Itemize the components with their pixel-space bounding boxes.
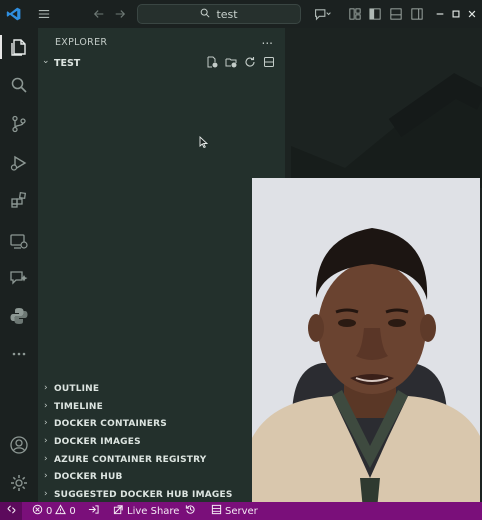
new-file-icon[interactable] <box>206 56 218 68</box>
copilot-chat-icon[interactable] <box>311 5 335 23</box>
search-icon[interactable] <box>7 73 31 97</box>
section-label: DOCKER CONTAINERS <box>54 419 167 429</box>
root-folder-name: TEST <box>54 58 81 69</box>
section-timeline[interactable]: › TIMELINE <box>38 400 285 416</box>
extensions-icon[interactable] <box>7 188 31 212</box>
chevron-right-icon: › <box>44 471 48 481</box>
section-outline[interactable]: › OUTLINE <box>38 382 285 398</box>
root-folder-actions <box>206 56 275 68</box>
vscode-watermark-icon <box>291 73 482 188</box>
search-text: test <box>216 7 238 21</box>
chat-icon[interactable] <box>7 266 31 290</box>
toggle-panel-icon[interactable] <box>387 5 405 23</box>
error-icon <box>32 504 43 518</box>
section-docker-containers[interactable]: › DOCKER CONTAINERS <box>38 417 285 433</box>
ports-button[interactable] <box>88 504 99 518</box>
warning-count: 0 <box>69 505 76 517</box>
webcam-overlay <box>252 178 480 520</box>
server-button[interactable]: Server <box>211 504 258 518</box>
chevron-right-icon: › <box>44 383 48 393</box>
section-azure-container-registry[interactable]: › AZURE CONTAINER REGISTRY <box>38 453 285 469</box>
collapse-all-icon[interactable] <box>263 56 275 68</box>
chevron-right-icon: › <box>44 489 48 499</box>
section-label: OUTLINE <box>54 384 100 394</box>
chevron-right-icon: › <box>44 436 48 446</box>
new-folder-icon[interactable] <box>225 56 237 68</box>
run-debug-icon[interactable] <box>7 151 31 175</box>
chevron-down-icon: ⌄ <box>42 56 50 66</box>
chevron-right-icon: › <box>44 401 48 411</box>
customize-layout-icon[interactable] <box>346 5 364 23</box>
chevron-right-icon: › <box>44 418 48 428</box>
explorer-icon[interactable] <box>0 35 31 59</box>
explorer-sidebar: EXPLORER ... ⌄ TEST › OUTLINE › TIMELINE… <box>38 28 285 502</box>
server-icon <box>211 504 222 518</box>
history-button[interactable] <box>185 504 196 518</box>
ports-icon <box>88 504 99 518</box>
remote-explorer-icon[interactable] <box>7 229 31 253</box>
menu-icon[interactable] <box>35 5 53 23</box>
section-label: DOCKER HUB <box>54 472 123 482</box>
mouse-cursor-icon <box>199 133 209 152</box>
refresh-icon[interactable] <box>244 56 256 68</box>
live-share-icon <box>113 504 124 518</box>
python-icon[interactable] <box>7 304 31 328</box>
more-icon[interactable] <box>7 342 31 366</box>
toggle-primary-sidebar-icon[interactable] <box>366 5 384 23</box>
explorer-more-button[interactable]: ... <box>262 33 273 47</box>
remote-icon <box>6 504 17 518</box>
manage-icon[interactable] <box>7 471 31 495</box>
section-docker-images[interactable]: › DOCKER IMAGES <box>38 435 285 451</box>
section-label: TIMELINE <box>54 402 103 412</box>
remote-indicator-button[interactable] <box>0 502 22 520</box>
section-label: SUGGESTED DOCKER HUB IMAGES <box>54 490 233 500</box>
section-docker-hub[interactable]: › DOCKER HUB <box>38 470 285 486</box>
problems-button[interactable]: 0 0 <box>32 504 76 518</box>
status-bar: 0 0 Live Share Server <box>0 502 482 520</box>
source-control-icon[interactable] <box>7 112 31 136</box>
explorer-title: EXPLORER <box>55 37 108 48</box>
live-share-label: Live Share <box>127 505 180 517</box>
live-share-button[interactable]: Live Share <box>113 504 179 518</box>
activity-bar <box>0 28 38 502</box>
section-label: DOCKER IMAGES <box>54 437 141 447</box>
history-icon <box>185 504 196 518</box>
server-label: Server <box>225 505 258 517</box>
toggle-secondary-sidebar-icon[interactable] <box>408 5 426 23</box>
vscode-logo-icon <box>5 5 23 23</box>
error-count: 0 <box>46 505 53 517</box>
search-icon <box>200 8 210 21</box>
presenter-video-image <box>252 178 480 520</box>
chevron-right-icon: › <box>44 454 48 464</box>
title-bar: test <box>0 0 482 28</box>
forward-arrow-icon[interactable] <box>111 5 129 23</box>
back-arrow-icon[interactable] <box>90 5 108 23</box>
warning-icon <box>55 504 67 518</box>
account-icon[interactable] <box>7 433 31 457</box>
command-center-search[interactable]: test <box>137 4 301 24</box>
section-label: AZURE CONTAINER REGISTRY <box>54 455 207 465</box>
close-icon[interactable] <box>463 5 481 23</box>
